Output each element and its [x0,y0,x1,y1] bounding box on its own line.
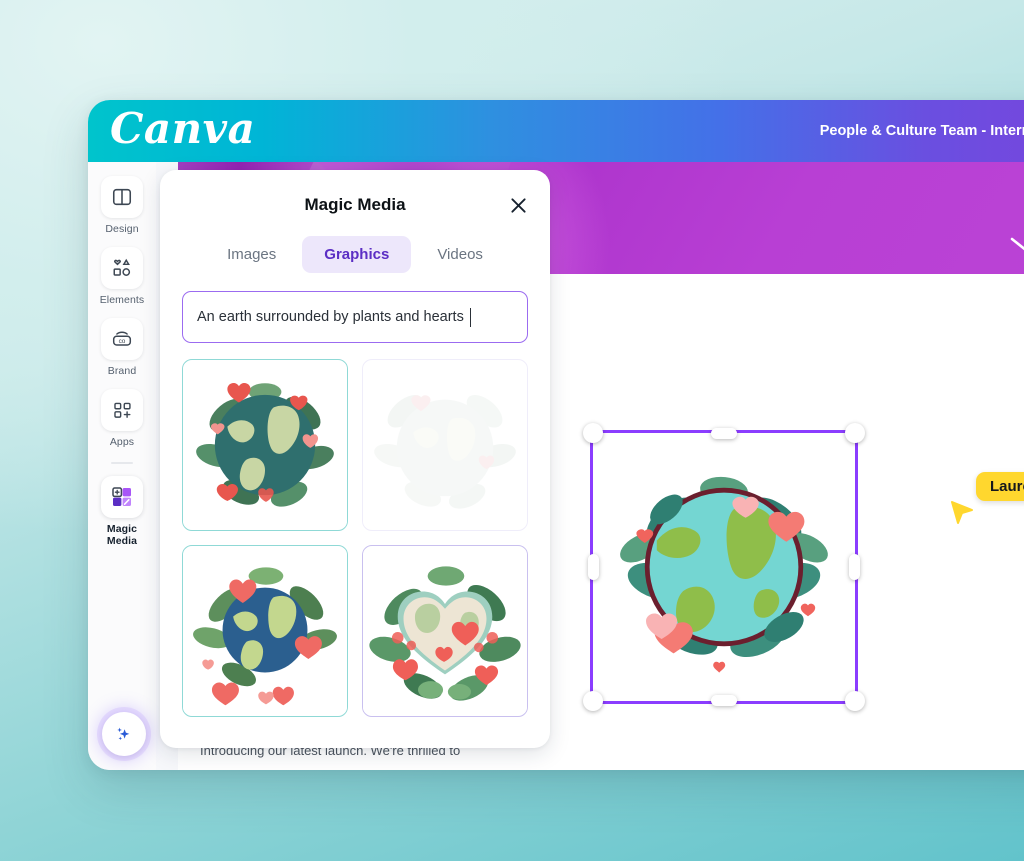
result-image-1 [183,363,347,527]
result-image-2 [363,363,527,527]
result-thumbnail-3[interactable] [182,545,348,717]
result-image-4 [363,549,527,713]
sidebar-label-design: Design [105,223,139,235]
document-title: People & Culture Team - Internal Website [819,123,1024,139]
tab-videos[interactable]: Videos [415,236,505,273]
sidebar-item-design[interactable]: Design [92,176,152,235]
resize-handle-bottom-left[interactable] [583,691,603,711]
brand-icon: co [101,318,143,361]
resize-handle-right[interactable] [849,554,860,580]
canva-app-window: Canva People & Culture Team - Internal W… [88,100,1024,770]
sparkles-icon [117,727,130,741]
sidebar-label-brand: Brand [107,365,137,378]
app-topbar: Canva People & Culture Team - Internal W… [88,100,1024,162]
tab-images[interactable]: Images [205,236,298,273]
result-thumbnail-1[interactable] [182,359,348,531]
sidebar-divider [111,462,133,465]
panel-title: Magic Media [304,195,406,214]
cursor-pointer-icon [951,501,973,524]
panel-header: Magic Media [182,188,528,222]
sidebar-item-apps[interactable]: Apps [92,389,152,448]
magic-media-panel: Magic Media Images Graphics Videos An ea… [160,170,550,748]
resize-handle-top-right[interactable] [845,423,865,443]
svg-text:co: co [119,338,126,345]
tab-graphics[interactable]: Graphics [302,236,412,273]
resize-handle-left[interactable] [588,554,599,580]
sidebar-label-magic-media: Magic Media [106,523,138,548]
resize-handle-bottom-right[interactable] [845,691,865,711]
collaborator-name-label: Lauren [976,472,1024,501]
prompt-input[interactable]: An earth surrounded by plants and hearts [182,291,528,343]
text-caret [469,307,472,327]
resize-handle-top[interactable] [711,428,737,439]
left-sidebar: Design Elements co Brand Apps Magic Medi… [88,162,156,770]
result-thumbnail-4[interactable] [362,545,528,717]
elements-icon [101,247,143,290]
close-button[interactable] [504,191,532,219]
prompt-input-value: An earth surrounded by plants and hearts [197,309,464,325]
sidebar-item-brand[interactable]: co Brand [92,318,152,377]
media-type-tabs: Images Graphics Videos [182,236,528,273]
canva-logo[interactable]: Canva [110,108,255,150]
result-thumbnail-2[interactable] [362,359,528,531]
magic-media-icon [101,476,143,519]
magic-studio-button[interactable] [102,712,146,756]
resize-handle-top-left[interactable] [583,423,603,443]
chevron-down-icon[interactable] [1008,234,1024,260]
sidebar-label-elements: Elements [99,294,145,307]
sidebar-label-apps: Apps [109,436,135,449]
app-body: Design Elements co Brand Apps Magic Medi… [88,162,1024,770]
generated-results-grid [182,359,528,717]
close-icon [510,197,526,213]
sidebar-item-magic-media[interactable]: Magic Media [92,476,152,547]
sidebar-item-elements[interactable]: Elements [92,247,152,306]
apps-icon [101,389,143,432]
resize-handle-bottom[interactable] [711,695,737,706]
result-image-3 [183,549,347,713]
page-backdrop: Canva People & Culture Team - Internal W… [0,0,1024,861]
design-icon [101,176,143,218]
